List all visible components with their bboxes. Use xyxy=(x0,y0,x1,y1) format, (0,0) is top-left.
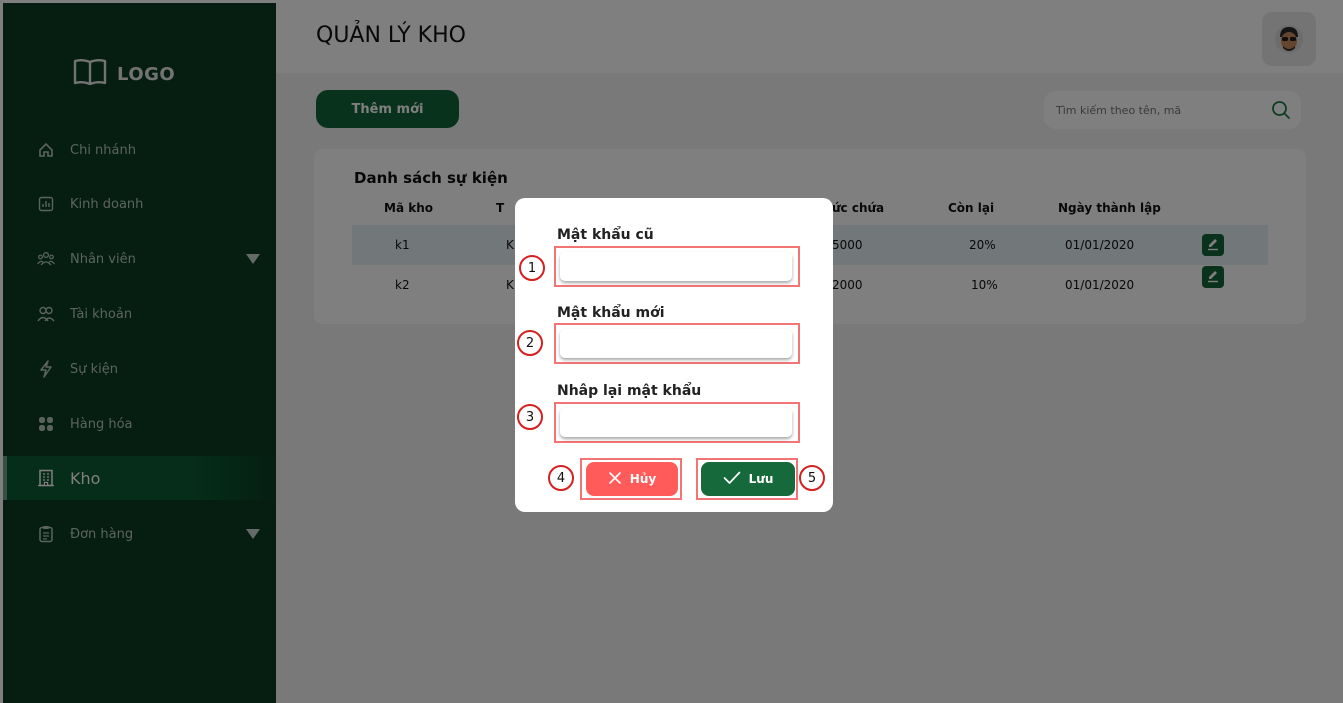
new-password-highlight xyxy=(554,323,800,364)
confirm-password-label: Nhâp lại mật khẩu xyxy=(557,383,702,399)
old-password-label: Mật khẩu cũ xyxy=(557,227,654,243)
confirm-password-highlight xyxy=(554,402,800,443)
marker-1: 1 xyxy=(519,255,545,281)
save-label: Lưu xyxy=(748,472,774,486)
save-highlight: Lưu xyxy=(696,458,798,500)
close-icon xyxy=(608,471,622,488)
new-password-input[interactable] xyxy=(560,329,792,358)
marker-2: 2 xyxy=(517,330,543,356)
confirm-password-input[interactable] xyxy=(560,408,792,437)
cancel-highlight: Hủy xyxy=(580,458,682,500)
marker-5: 5 xyxy=(799,465,825,491)
cancel-label: Hủy xyxy=(629,472,657,486)
check-icon xyxy=(723,471,741,488)
marker-4: 4 xyxy=(548,465,574,491)
old-password-highlight xyxy=(554,246,800,287)
marker-3: 3 xyxy=(517,404,543,430)
save-button[interactable]: Lưu xyxy=(701,462,795,496)
new-password-label: Mật khẩu mới xyxy=(557,305,665,321)
cancel-button[interactable]: Hủy xyxy=(586,462,678,496)
change-password-dialog: Mật khẩu cũ 1 Mật khẩu mới 2 Nhâp lại mậ… xyxy=(515,198,833,512)
old-password-input[interactable] xyxy=(560,252,792,281)
